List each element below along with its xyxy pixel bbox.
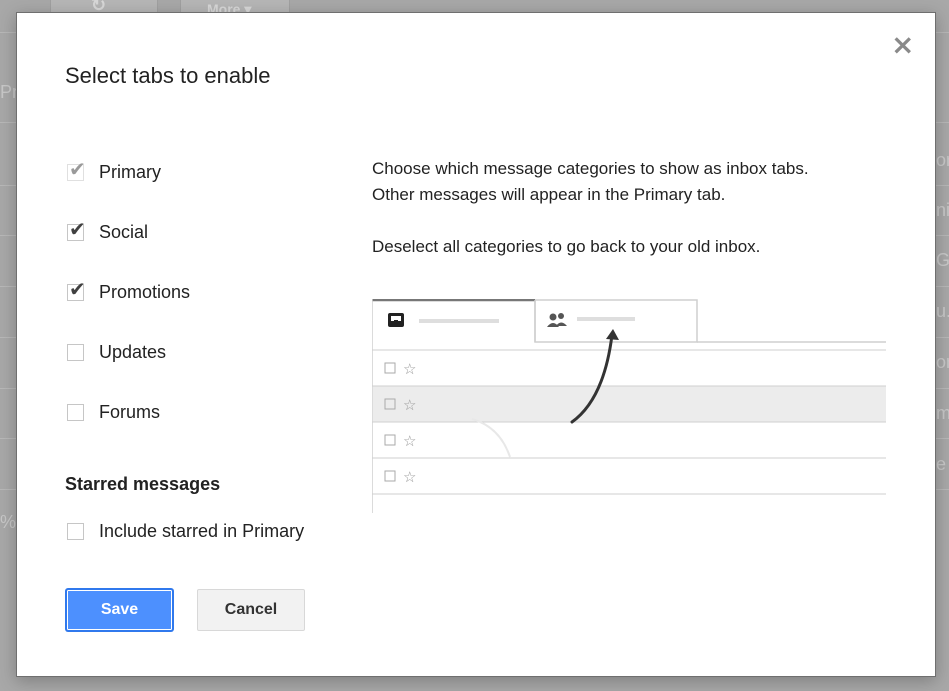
bg-text-fragment: or bbox=[936, 352, 949, 372]
checkbox-icon bbox=[384, 470, 396, 482]
description-line: Choose which message categories to show … bbox=[372, 159, 809, 178]
checkmark-icon: ✔ bbox=[69, 216, 86, 241]
tab-option-primary: ✔ Primary bbox=[67, 159, 161, 183]
checkmark-icon: ✔ bbox=[69, 156, 86, 181]
tab-option-label: Primary bbox=[99, 161, 161, 182]
updates-checkbox[interactable] bbox=[67, 343, 84, 361]
forums-checkbox[interactable] bbox=[67, 403, 84, 421]
checkmark-icon: ✔ bbox=[69, 276, 86, 301]
tab-option-forums: Forums bbox=[67, 401, 160, 423]
dialog-title: Select tabs to enable bbox=[65, 63, 271, 88]
bg-text-fragment: % bbox=[0, 512, 17, 532]
social-tab-placeholder-text bbox=[577, 317, 635, 321]
starred-option-label[interactable]: Include starred in Primary bbox=[99, 521, 304, 542]
tab-option-promotions: ✔ Promotions bbox=[67, 279, 190, 303]
star-icon: ☆ bbox=[403, 360, 416, 378]
tab-option-label[interactable]: Social bbox=[99, 222, 148, 243]
starred-option: Include starred in Primary bbox=[67, 520, 304, 542]
checkbox-icon bbox=[384, 434, 396, 446]
bg-text-fragment: e bbox=[936, 454, 947, 474]
close-icon[interactable]: × bbox=[891, 31, 914, 59]
tab-option-social: ✔ Social bbox=[67, 219, 148, 243]
social-checkbox[interactable]: ✔ bbox=[67, 219, 86, 241]
save-button[interactable]: Save bbox=[66, 589, 173, 631]
inbox-tabs-illustration: ☆ ☆ ☆ ☆ bbox=[372, 299, 886, 513]
bg-text-fragment: ma bbox=[936, 403, 949, 423]
bg-text-fragment: or bbox=[936, 150, 949, 170]
description-line: Deselect all categories to go back to yo… bbox=[372, 237, 761, 256]
include-starred-checkbox[interactable] bbox=[67, 522, 84, 540]
cancel-button[interactable]: Cancel bbox=[197, 589, 305, 631]
tab-option-label[interactable]: Promotions bbox=[99, 282, 190, 303]
star-icon: ☆ bbox=[403, 432, 416, 450]
illustration-row bbox=[373, 350, 886, 386]
starred-section-heading: Starred messages bbox=[65, 474, 221, 494]
primary-checkbox: ✔ bbox=[67, 159, 86, 181]
faded-arrow-trace bbox=[471, 418, 511, 458]
bg-text-fragment: nin bbox=[936, 200, 949, 220]
star-icon: ☆ bbox=[403, 468, 416, 486]
primary-tab-placeholder-text bbox=[419, 319, 499, 323]
tab-option-label[interactable]: Updates bbox=[99, 342, 166, 363]
tab-option-updates: Updates bbox=[67, 341, 166, 363]
illustration-row-highlighted bbox=[373, 386, 886, 422]
tab-option-label[interactable]: Forums bbox=[99, 402, 160, 423]
description-line: Other messages will appear in the Primar… bbox=[372, 185, 726, 204]
bg-text-fragment: Go bbox=[936, 250, 949, 270]
inbox-icon bbox=[388, 313, 404, 327]
star-icon: ☆ bbox=[403, 396, 416, 414]
select-tabs-dialog: × Select tabs to enable ✔ Primary ✔ Soci… bbox=[16, 12, 936, 677]
promotions-checkbox[interactable]: ✔ bbox=[67, 279, 86, 301]
bg-text-fragment: u. bbox=[936, 301, 949, 321]
